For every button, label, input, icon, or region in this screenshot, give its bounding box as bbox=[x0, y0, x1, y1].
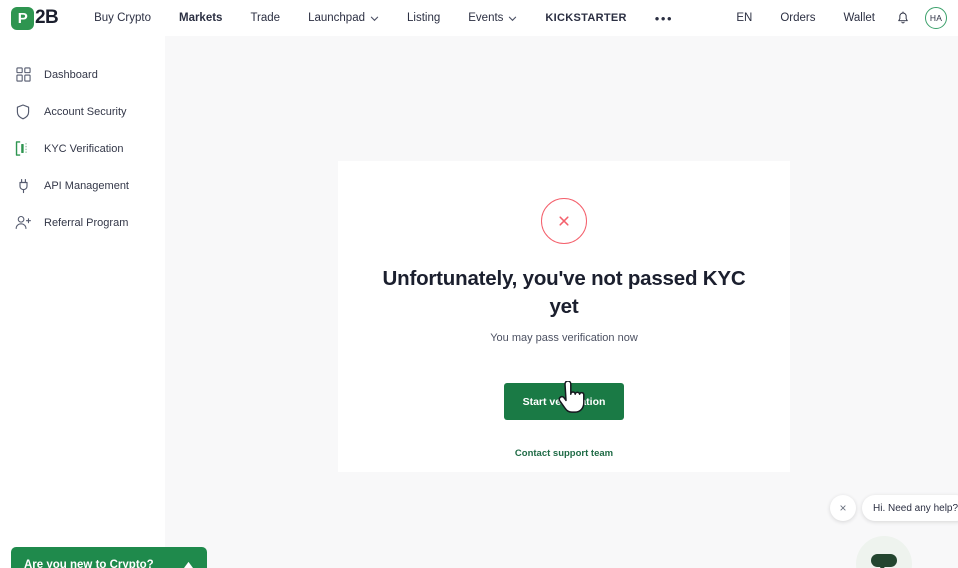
nav-item-orders[interactable]: Orders bbox=[766, 0, 829, 36]
chat-close-button[interactable]: × bbox=[830, 495, 856, 521]
more-dots-icon: ••• bbox=[654, 10, 674, 26]
nav-item-buy-crypto[interactable]: Buy Crypto bbox=[80, 0, 165, 36]
card-subtitle: You may pass verification now bbox=[490, 332, 638, 345]
sidebar-item-account-security[interactable]: Account Security bbox=[0, 93, 165, 130]
sidebar-item-label: Referral Program bbox=[44, 216, 129, 229]
sidebar-item-label: API Management bbox=[44, 179, 129, 192]
nav-label: Wallet bbox=[843, 12, 875, 24]
nav-label: Events bbox=[468, 12, 504, 24]
avatar-initials: HA bbox=[929, 13, 943, 23]
sidebar-item-api-management[interactable]: API Management bbox=[0, 167, 165, 204]
banner-label: Are you new to Crypto? bbox=[24, 559, 154, 568]
user-avatar[interactable]: HA bbox=[925, 7, 947, 29]
logo-mark-letter: P bbox=[17, 9, 28, 27]
plug-icon bbox=[14, 177, 32, 195]
error-x-circle-icon bbox=[541, 198, 587, 244]
main-navigation: Buy Crypto Markets Trade Launchpad Listi… bbox=[80, 0, 687, 36]
dashboard-grid-icon bbox=[14, 66, 32, 84]
nav-item-launchpad[interactable]: Launchpad bbox=[294, 0, 393, 36]
nav-label: Buy Crypto bbox=[94, 12, 151, 24]
nav-label: Trade bbox=[250, 12, 281, 24]
nav-item-markets[interactable]: Markets bbox=[165, 0, 236, 36]
nav-item-kickstarter[interactable]: KICKSTARTER bbox=[531, 0, 640, 36]
language-selector[interactable]: EN bbox=[722, 0, 766, 36]
chat-bubble-icon bbox=[871, 554, 897, 568]
nav-label: KICKSTARTER bbox=[545, 12, 627, 24]
main-content-area: Unfortunately, you've not passed KYC yet… bbox=[165, 36, 958, 568]
notification-bell-icon[interactable] bbox=[889, 0, 917, 36]
chevron-up-icon bbox=[183, 556, 194, 568]
contact-support-link[interactable]: Contact support team bbox=[515, 448, 613, 459]
nav-item-more[interactable]: ••• bbox=[641, 0, 687, 36]
start-verification-button[interactable]: Start verification bbox=[504, 383, 624, 421]
logo-wordmark: 2B bbox=[35, 7, 59, 28]
nav-item-trade[interactable]: Trade bbox=[236, 0, 294, 36]
chevron-down-icon bbox=[509, 16, 517, 21]
p2b-logo[interactable]: P 2B bbox=[11, 6, 59, 30]
sidebar-item-label: Dashboard bbox=[44, 68, 98, 81]
nav-label: Listing bbox=[407, 12, 441, 24]
kyc-status-card: Unfortunately, you've not passed KYC yet… bbox=[338, 161, 790, 472]
header-right-actions: EN Orders Wallet HA bbox=[722, 0, 958, 36]
chat-greeting-text: Hi. Need any help? bbox=[873, 502, 958, 514]
nav-label: Orders bbox=[780, 12, 816, 24]
new-to-crypto-banner[interactable]: Are you new to Crypto? bbox=[11, 547, 207, 568]
nav-item-wallet[interactable]: Wallet bbox=[829, 0, 889, 36]
sidebar-item-referral-program[interactable]: Referral Program bbox=[0, 204, 165, 241]
top-header: P 2B Buy Crypto Markets Trade Launchpad … bbox=[0, 0, 958, 36]
nav-item-listing[interactable]: Listing bbox=[393, 0, 454, 36]
sidebar-item-label: Account Security bbox=[44, 105, 127, 118]
sidebar-item-label: KYC Verification bbox=[44, 142, 124, 155]
sidebar-item-kyc-verification[interactable]: KYC Verification bbox=[0, 130, 165, 167]
nav-item-events[interactable]: Events bbox=[454, 0, 531, 36]
sidebar-item-dashboard[interactable]: Dashboard bbox=[0, 56, 165, 93]
shield-icon bbox=[14, 103, 32, 121]
chat-greeting-bubble[interactable]: Hi. Need any help? bbox=[862, 495, 958, 521]
id-card-icon bbox=[14, 140, 32, 158]
p2b-logo-icon: P bbox=[11, 6, 34, 30]
chevron-down-icon bbox=[370, 16, 379, 21]
user-plus-icon bbox=[14, 214, 32, 232]
language-label: EN bbox=[736, 12, 753, 24]
page-root: P 2B Buy Crypto Markets Trade Launchpad … bbox=[0, 0, 958, 568]
nav-label: Markets bbox=[178, 12, 223, 24]
page-title: Unfortunately, you've not passed KYC yet bbox=[382, 267, 746, 318]
nav-label: Launchpad bbox=[308, 12, 365, 24]
sidebar: Dashboard Account Security KYC Verificat… bbox=[0, 36, 165, 568]
